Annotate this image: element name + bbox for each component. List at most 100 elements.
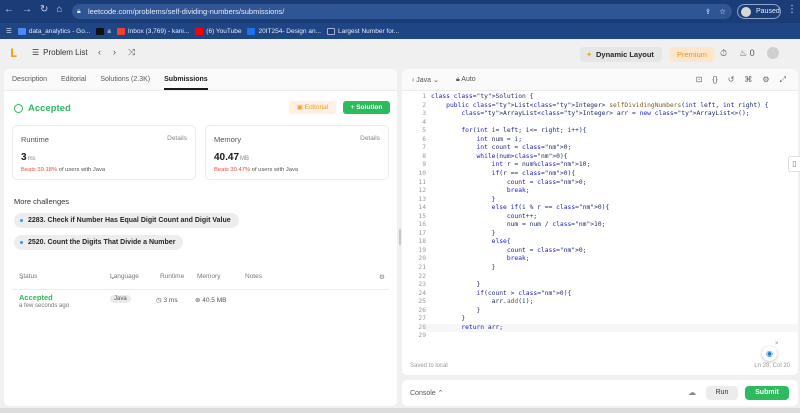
code-line[interactable]: else{: [431, 238, 511, 247]
forward-icon[interactable]: →: [22, 4, 32, 15]
shuffle-icon[interactable]: ⤨: [128, 47, 135, 58]
gmail-icon: [116, 27, 125, 35]
next-problem-icon[interactable]: ›: [113, 47, 116, 58]
language-select[interactable]: ‹ Java ⌄: [412, 76, 439, 84]
header-right: ⏱ ♨ 0: [720, 47, 779, 59]
premium-button[interactable]: Premium: [669, 47, 716, 62]
line-number: 5: [422, 127, 426, 135]
status-header[interactable]: Status ⌄: [19, 273, 37, 281]
braces-icon[interactable]: {}: [712, 75, 717, 85]
browser-menu-icon[interactable]: ⋮: [787, 4, 797, 15]
saved-status: Saved to local: [410, 363, 448, 369]
code-line[interactable]: count = class="nm">0;: [431, 247, 587, 256]
code-line[interactable]: int num = i;: [431, 136, 523, 145]
bookmark-1[interactable]: a: [96, 27, 111, 35]
bookmark-0[interactable]: data_analytics - Go...: [17, 27, 90, 35]
code-line[interactable]: public class="ty">List<class="ty">Intege…: [431, 102, 768, 111]
add-solution-button[interactable]: + Solution: [343, 101, 390, 114]
code-line[interactable]: count++;: [431, 213, 537, 222]
code-line[interactable]: num = num / class="nm">10;: [431, 221, 606, 230]
auto-mode[interactable]: 🔒︎ Auto: [456, 76, 476, 84]
bookmark-icon[interactable]: ⊡: [696, 75, 703, 85]
line-number: 6: [422, 135, 426, 143]
code-line[interactable]: }: [431, 264, 496, 273]
challenge-link[interactable]: 2520. Count the Digits That Divide a Num…: [14, 235, 184, 250]
prev-problem-icon[interactable]: ‹: [98, 47, 101, 58]
code-area[interactable]: 1 class class="ty">Solution {2 public cla…: [402, 93, 798, 355]
tab-submissions[interactable]: Submissions: [164, 76, 208, 90]
code-line[interactable]: class class="ty">Solution {: [431, 93, 533, 102]
book-icon: ▣: [296, 104, 305, 111]
run-button[interactable]: Run: [706, 386, 738, 400]
apps-icon[interactable]: ☰: [6, 27, 12, 35]
tab-description[interactable]: Description: [12, 76, 47, 83]
memory-beats: Beats 30.47% of users with Java: [214, 167, 299, 173]
code-line[interactable]: int r = num%class="nm">10;: [431, 161, 591, 170]
code-line[interactable]: break;: [431, 187, 530, 196]
code-line[interactable]: return arr;: [431, 324, 503, 333]
submit-button[interactable]: Submit: [745, 386, 789, 400]
youtube-icon: [195, 27, 204, 35]
settings-icon[interactable]: ⚙: [379, 273, 385, 281]
code-line[interactable]: }: [431, 196, 496, 205]
editorial-button[interactable]: ▣ Editorial: [289, 101, 336, 114]
reset-icon[interactable]: ↺: [728, 75, 735, 85]
code-line[interactable]: class="ty">ArrayList<class="ty">Integer>…: [431, 110, 749, 119]
editor-status: Saved to local Ln 28, Col 20: [402, 359, 798, 375]
star-icon[interactable]: ☆: [719, 4, 726, 19]
code-line[interactable]: }: [431, 281, 480, 290]
leetcode-logo-icon[interactable]: ᒪ: [10, 48, 22, 60]
code-line[interactable]: while(num>class="nm">0){: [431, 153, 568, 162]
code-line[interactable]: count = class="nm">0;: [431, 179, 587, 188]
table-row[interactable]: Accepted a few seconds ago Java ◷ 3 ms ⊛…: [12, 293, 389, 313]
shortcut-icon[interactable]: ⌘: [744, 75, 752, 85]
classroom-icon: [247, 27, 256, 35]
tab-solutions[interactable]: Solutions (2.3K): [100, 76, 150, 83]
tab-editorial[interactable]: Editorial: [61, 76, 86, 83]
row-status[interactable]: Accepted: [19, 293, 53, 302]
bookmark-3[interactable]: (6) YouTube: [195, 27, 241, 35]
code-line[interactable]: break;: [431, 255, 530, 264]
line-number: 2: [422, 101, 426, 109]
fullscreen-icon[interactable]: ⤢: [780, 75, 786, 85]
memory-details-link[interactable]: Details: [360, 135, 380, 142]
gear-icon[interactable]: ⚙: [762, 75, 769, 85]
profile-button[interactable]: Paused: [737, 4, 781, 19]
dynamic-layout-button[interactable]: ✦ Dynamic Layout: [580, 47, 662, 62]
docs-icon: [17, 27, 26, 35]
line-number: 21: [418, 264, 426, 271]
back-icon[interactable]: ←: [4, 4, 14, 15]
code-line[interactable]: int count = class="nm">0;: [431, 144, 572, 153]
bookmark-2[interactable]: Inbox (3,769) - kani...: [116, 27, 189, 35]
code-line[interactable]: if(r == class="nm">0){: [431, 170, 575, 179]
close-icon[interactable]: ×: [775, 341, 779, 347]
taskbar-strip: [0, 408, 800, 413]
code-line[interactable]: for(int i= left; i<= right; i++){: [431, 127, 586, 136]
user-avatar[interactable]: [766, 47, 779, 59]
streak-icon[interactable]: ♨ 0: [739, 48, 755, 59]
line-number: 19: [418, 246, 426, 254]
notes-side-icon[interactable]: ▯: [788, 156, 800, 172]
code-line[interactable]: }: [431, 315, 465, 324]
runtime-details-link[interactable]: Details: [167, 135, 187, 142]
code-line[interactable]: arr.add(i);: [431, 298, 534, 307]
code-line[interactable]: else if(i % r == class="nm">0){: [431, 204, 610, 213]
cloud-icon[interactable]: ☁: [688, 388, 696, 397]
bookmark-5[interactable]: Largest Number for...: [327, 27, 399, 35]
problem-list-button[interactable]: ☰ Problem List: [32, 48, 88, 57]
memory-value: 40.47MB: [214, 152, 250, 163]
bookmark-4[interactable]: 20IT254- Design an...: [247, 27, 321, 35]
address-bar[interactable]: 🔒︎ leetcode.com/problems/self-dividing-n…: [72, 4, 732, 19]
home-icon[interactable]: ⌂: [56, 4, 62, 15]
share-icon[interactable]: ⇪: [705, 4, 711, 19]
reload-icon[interactable]: ↻: [40, 4, 48, 15]
code-line[interactable]: }: [431, 230, 496, 239]
code-line[interactable]: }: [431, 307, 480, 316]
line-number: 23: [418, 281, 426, 289]
code-line[interactable]: if(count > class="nm">0){: [431, 290, 572, 299]
language-header[interactable]: Language ⌄: [110, 273, 139, 281]
timer-icon[interactable]: ⏱: [720, 48, 727, 59]
chat-icon[interactable]: ◉: [762, 346, 777, 361]
challenge-link[interactable]: 2283. Check if Number Has Equal Digit Co…: [14, 213, 239, 228]
console-toggle[interactable]: Console ⌃: [410, 389, 444, 397]
